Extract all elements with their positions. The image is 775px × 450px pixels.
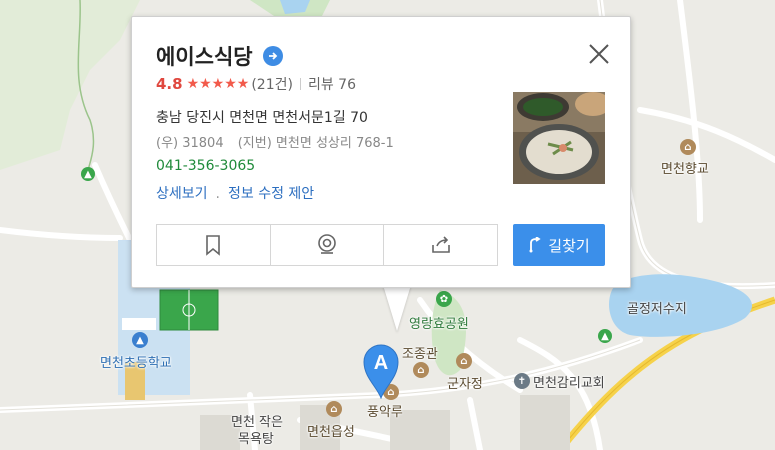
map-label-church[interactable]: 면천감리교회 [533,372,605,391]
review-count[interactable]: 리뷰 76 [308,74,356,94]
school-icon[interactable]: ▲ [132,332,148,348]
divider [299,78,301,90]
rating-row: 4.8 ★★★★★ (21건) 리뷰 76 [156,74,356,94]
popup-tail [383,285,411,331]
place-photo[interactable] [513,92,605,184]
eupseong-icon[interactable]: ⌂ [326,401,342,417]
title-row: 에이스식당 [156,41,283,71]
route-label: 길찾기 [548,236,590,255]
rating-count[interactable]: (21건) [251,74,293,94]
map-label-bath-2[interactable]: 목욕탕 [238,428,274,447]
map-label-reservoir[interactable]: 골정저수지 [627,298,687,317]
share-button[interactable] [384,225,497,265]
close-icon[interactable] [586,41,612,67]
church-icon[interactable]: ✝ [514,373,530,389]
mountain-icon[interactable]: ▲ [81,167,95,181]
detail-link[interactable]: 상세보기 [156,186,208,202]
share-icon [431,236,450,253]
link-separator: . [215,186,220,202]
place-marker[interactable]: A [362,343,400,399]
map-label-elementary[interactable]: 면천초등학교 [100,352,172,371]
map-label-park[interactable]: 영랑효공원 [409,313,469,332]
postal-code: (우) 31804 [156,136,224,151]
map-label-gunjajeong[interactable]: 군자정 [447,373,483,392]
route-button[interactable]: 길찾기 [513,224,605,266]
road-address: 충남 당진시 면천면 면천서문1길 70 [156,110,368,126]
gunjajeong-icon[interactable]: ⌂ [456,353,472,369]
park-icon[interactable]: ✿ [436,291,452,307]
roadview-button[interactable] [271,225,385,265]
map-label-eupseong[interactable]: 면천읍성 [307,421,355,440]
rating-score: 4.8 [156,75,183,93]
sub-address: (우) 31804 (지번) 면천면 성상리 768-1 [156,132,394,151]
hyanggyo-icon[interactable]: ⌂ [680,139,696,155]
place-title[interactable]: 에이스식당 [156,41,253,71]
marker-label: A [374,352,388,374]
lot-address: (지번) 면천면 성상리 768-1 [237,136,394,151]
mountain-icon-2[interactable]: ▲ [598,329,612,343]
place-popup: 에이스식당 4.8 ★★★★★ (21건) 리뷰 76 충남 당진시 면천면 면… [131,16,631,288]
edit-suggest-link[interactable]: 정보 수정 제안 [228,186,314,202]
popup-links: 상세보기. 정보 수정 제안 [156,183,314,203]
rating-stars: ★★★★★ [186,76,250,92]
arrow-right-circle-icon[interactable] [262,46,283,66]
jojonggwan-icon[interactable]: ⌂ [413,362,429,378]
bookmark-icon [206,235,221,256]
map-label-hyanggyo[interactable]: 면천향교 [661,158,709,177]
action-bar [156,224,498,266]
bookmark-button[interactable] [157,225,271,265]
map-label-pungakru[interactable]: 풍악루 [367,401,403,420]
phone-number[interactable]: 041-356-3065 [156,158,255,174]
route-icon [529,237,541,253]
map-label-jojonggwan[interactable]: 조종관 [402,343,438,362]
roadview-icon [318,234,336,254]
